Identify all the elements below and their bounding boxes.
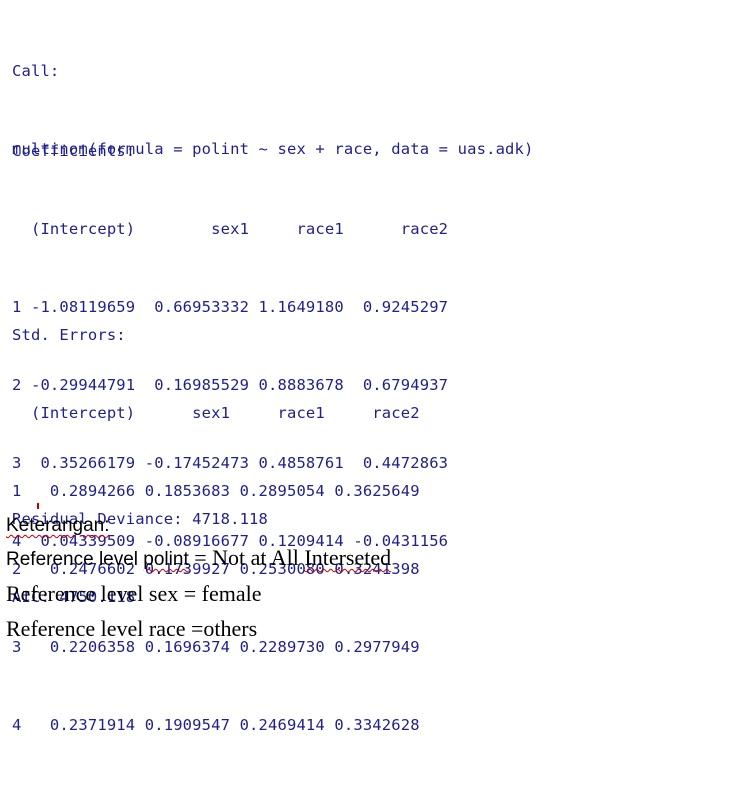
polint-tail: Interseted — [304, 545, 392, 570]
std-errors-title: Std. Errors: — [12, 326, 126, 344]
notes-line-race: Reference level race =others — [6, 611, 736, 646]
sex-reference: Reference level sex = female — [6, 581, 262, 606]
call-header: Call: — [12, 62, 60, 80]
notes-line-sex: Reference level sex = female — [6, 576, 736, 611]
notes-line-polint: Reference level polint = Not at All Inte… — [6, 540, 736, 576]
coefficients-title: Coefficients: — [12, 142, 136, 160]
polint-prefix: Reference level — [6, 549, 144, 570]
r-console-output: Call: multinom(formula = polint ~ sex + … — [0, 0, 739, 734]
std-errors-header: (Intercept) sex1 race1 race2 — [12, 404, 420, 422]
polint-word: polint — [143, 549, 189, 570]
polint-eq: = Not at All — [188, 545, 305, 570]
notes-heading: Keterangan: — [6, 515, 110, 536]
notes-section: Keterangan: Reference level polint = Not… — [6, 512, 736, 646]
race-reference: Reference level race =others — [6, 616, 258, 641]
std-errors-row: 4 0.2371914 0.1909547 0.2469414 0.334262… — [12, 716, 420, 734]
notes-heading-line: Keterangan: — [6, 512, 736, 540]
coefficients-header: (Intercept) sex1 race1 race2 — [12, 220, 449, 238]
text-cursor-mark — [37, 503, 39, 509]
